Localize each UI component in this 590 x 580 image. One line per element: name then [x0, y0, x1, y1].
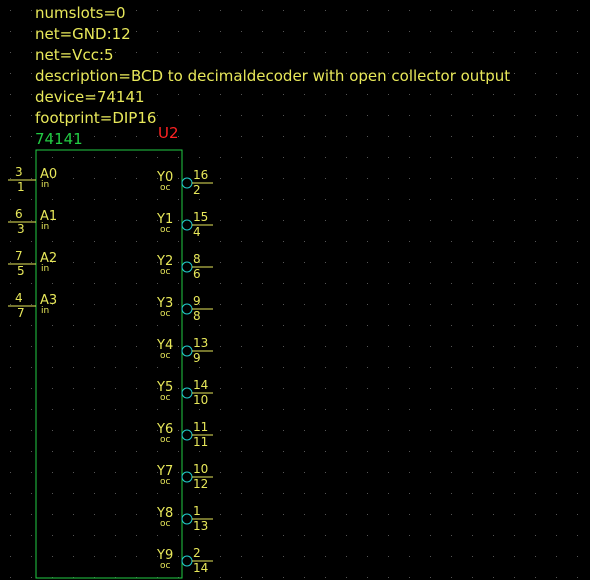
pin-sequence-a1: 3 [17, 222, 25, 236]
pin-type-y1: oc [160, 225, 171, 235]
attr-numslots[interactable]: numslots=0 [35, 4, 126, 22]
refdes-label[interactable]: U2 [158, 124, 179, 142]
pin-number-y1: 15 [193, 210, 209, 224]
schematic-canvas [8, 10, 578, 579]
pin-type-a3: in [41, 306, 50, 316]
pin-type-y0: oc [160, 183, 171, 193]
pin-number-a2: 7 [15, 249, 23, 263]
pin-type-a0: in [41, 180, 50, 190]
pin-type-y7: oc [160, 477, 171, 487]
pin-number-y9: 2 [193, 546, 201, 560]
attr-footprint[interactable]: footprint=DIP16 [35, 109, 156, 127]
pin-number-y6: 11 [193, 420, 209, 434]
pin-type-y8: oc [160, 519, 171, 529]
pin-number-y8: 1 [193, 504, 201, 518]
inversion-bubble-y9 [181, 555, 193, 567]
pin-number-y7: 10 [193, 462, 209, 476]
pin-type-a2: in [41, 264, 50, 274]
pin-sequence-y7: 12 [193, 477, 209, 491]
pin-number-y0: 16 [193, 168, 209, 182]
pin-type-y3: oc [160, 309, 171, 319]
pin-sequence-a2: 5 [17, 264, 25, 278]
inversion-bubble-y3 [181, 303, 193, 315]
attr-net-vcc[interactable]: net=Vcc:5 [35, 46, 114, 64]
pin-type-y6: oc [160, 435, 171, 445]
pin-type-y4: oc [160, 351, 171, 361]
pin-sequence-y6: 11 [193, 435, 209, 449]
pin-number-y4: 13 [193, 336, 209, 350]
attr-description[interactable]: description=BCD to decimaldecoder with o… [35, 67, 510, 85]
attr-net-gnd[interactable]: net=GND:12 [35, 25, 131, 43]
pin-sequence-a0: 1 [17, 180, 25, 194]
inversion-bubble-y7 [181, 471, 193, 483]
pin-type-y5: oc [160, 393, 171, 403]
inversion-bubble-y4 [181, 345, 193, 357]
pin-type-a1: in [41, 222, 50, 232]
inversion-bubble-y5 [181, 387, 193, 399]
inversion-bubble-y1 [181, 219, 193, 231]
pin-sequence-y8: 13 [193, 519, 209, 533]
inversion-bubble-y2 [181, 261, 193, 273]
pin-sequence-y2: 6 [193, 267, 201, 281]
device-label[interactable]: 74141 [35, 130, 83, 148]
pin-sequence-a3: 7 [17, 306, 25, 320]
pin-number-a0: 3 [15, 165, 23, 179]
pin-number-y5: 14 [193, 378, 209, 392]
pin-sequence-y0: 2 [193, 183, 201, 197]
pin-sequence-y4: 9 [193, 351, 201, 365]
inversion-bubble-y0 [181, 177, 193, 189]
pin-number-a3: 4 [15, 291, 23, 305]
pin-sequence-y3: 8 [193, 309, 201, 323]
pin-sequence-y9: 14 [193, 561, 209, 575]
pin-type-y9: oc [160, 561, 171, 571]
inversion-bubble-y8 [181, 513, 193, 525]
pin-number-y2: 8 [193, 252, 201, 266]
pin-type-y2: oc [160, 267, 171, 277]
attr-device[interactable]: device=74141 [35, 88, 145, 106]
pin-sequence-y5: 10 [193, 393, 209, 407]
pin-number-a1: 6 [15, 207, 23, 221]
inversion-bubble-y6 [181, 429, 193, 441]
pin-number-y3: 9 [193, 294, 201, 308]
pin-sequence-y1: 4 [193, 225, 201, 239]
